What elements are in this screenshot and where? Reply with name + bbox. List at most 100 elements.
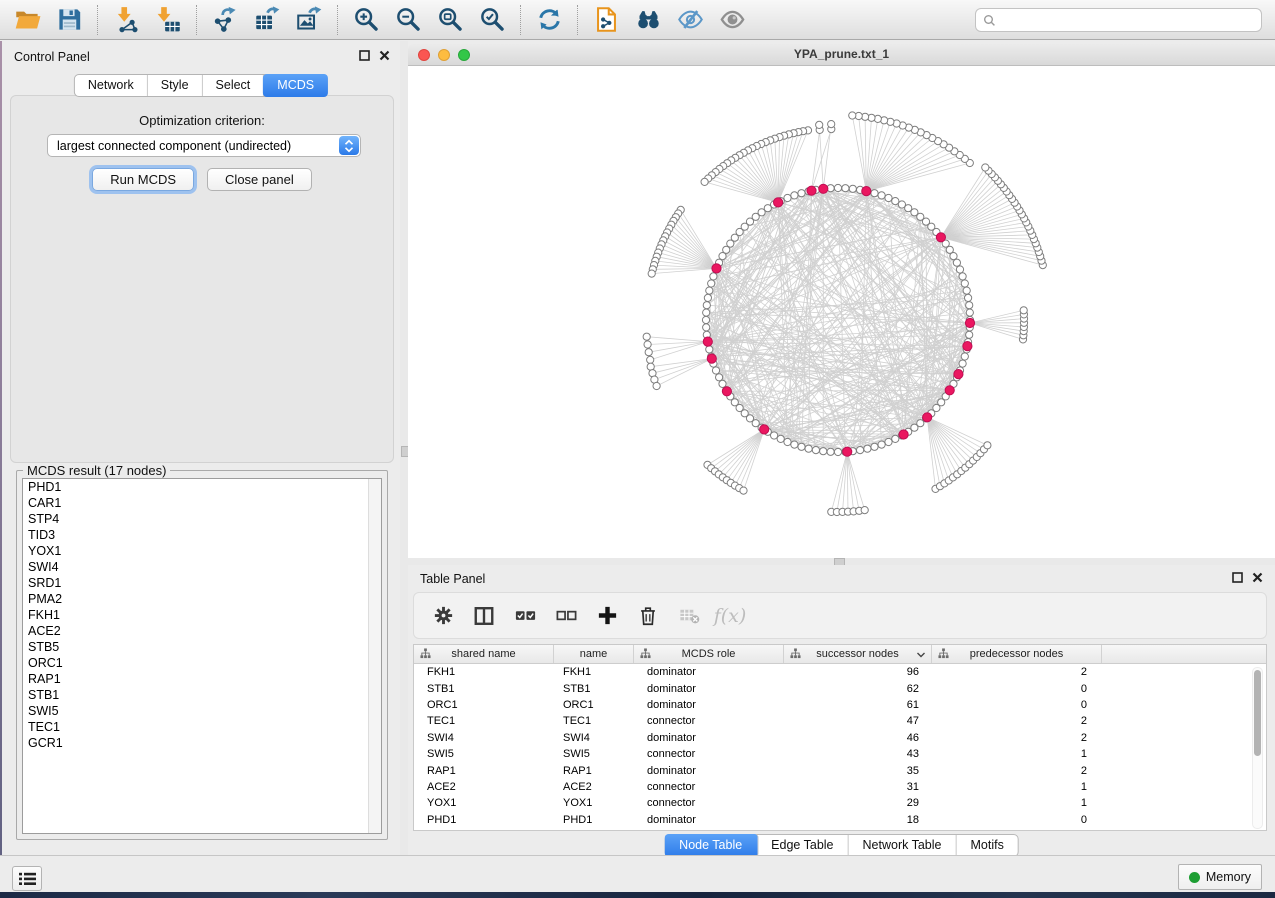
table-cell[interactable]: YOX1 — [554, 797, 634, 809]
table-cell[interactable]: 2 — [932, 666, 1102, 678]
table-cell[interactable]: 2 — [932, 715, 1102, 727]
mcds-result-item[interactable]: SRD1 — [23, 575, 381, 591]
table-cell[interactable]: 0 — [932, 814, 1102, 826]
graph-node[interactable] — [784, 194, 791, 201]
table-cell[interactable]: dominator — [634, 666, 784, 678]
close-panel-icon[interactable] — [1252, 572, 1263, 583]
zoom-fit-button[interactable] — [429, 3, 471, 37]
mcds-result-item[interactable]: RAP1 — [23, 671, 381, 687]
float-panel-icon[interactable] — [359, 50, 370, 61]
graph-leaf-node[interactable] — [1020, 307, 1027, 314]
graph-node[interactable] — [898, 201, 905, 208]
table-cell[interactable]: 31 — [784, 781, 932, 793]
graph-node[interactable] — [791, 192, 798, 199]
graph-node[interactable] — [857, 447, 864, 454]
mcds-result-item[interactable]: TID3 — [23, 527, 381, 543]
graph-node[interactable] — [820, 448, 827, 455]
graph-leaf-node[interactable] — [849, 112, 856, 119]
graph-hub-node[interactable] — [899, 430, 908, 439]
tab-select[interactable]: Select — [203, 75, 265, 96]
graph-hub-node[interactable] — [843, 447, 852, 456]
graph-node[interactable] — [864, 445, 871, 452]
graph-node[interactable] — [719, 253, 726, 260]
tab-edge-table[interactable]: Edge Table — [757, 835, 848, 856]
graph-node[interactable] — [791, 441, 798, 448]
graph-hub-node[interactable] — [703, 337, 712, 346]
graph-leaf-node[interactable] — [643, 333, 650, 340]
graph-node[interactable] — [703, 309, 710, 316]
table-cell[interactable]: 2 — [932, 732, 1102, 744]
graph-node[interactable] — [966, 302, 973, 309]
vertical-splitter[interactable] — [400, 41, 408, 855]
graph-node[interactable] — [959, 360, 966, 367]
table-cell[interactable]: 46 — [784, 732, 932, 744]
table-row[interactable]: PHD1PHD1dominator180 — [414, 812, 1266, 828]
graph-node[interactable] — [871, 443, 878, 450]
graph-node[interactable] — [771, 432, 778, 439]
graph-hub-node[interactable] — [945, 386, 954, 395]
export-image-button[interactable] — [288, 3, 330, 37]
table-row[interactable]: RAP1RAP1dominator352 — [414, 762, 1266, 778]
table-cell[interactable]: RAP1 — [414, 765, 554, 777]
graph-leaf-node[interactable] — [740, 487, 747, 494]
graph-node[interactable] — [965, 294, 972, 301]
table-cell[interactable]: RAP1 — [554, 765, 634, 777]
export-table-button[interactable] — [246, 3, 288, 37]
table-cell[interactable]: 2 — [932, 765, 1102, 777]
close-window-icon[interactable] — [418, 49, 430, 61]
table-cell[interactable]: dominator — [634, 814, 784, 826]
graph-hub-node[interactable] — [965, 318, 974, 327]
minimize-window-icon[interactable] — [438, 49, 450, 61]
table-row[interactable]: SWI4SWI4dominator462 — [414, 730, 1266, 746]
save-session-button[interactable] — [48, 3, 90, 37]
graph-node[interactable] — [834, 448, 841, 455]
float-panel-icon[interactable] — [1232, 572, 1243, 583]
table-cell[interactable]: connector — [634, 781, 784, 793]
table-cell[interactable]: SWI5 — [414, 748, 554, 760]
mcds-result-item[interactable]: TEC1 — [23, 719, 381, 735]
graph-node[interactable] — [812, 447, 819, 454]
network-window-titlebar[interactable]: YPA_prune.txt_1 — [408, 44, 1275, 66]
table-cell[interactable]: 1 — [932, 748, 1102, 760]
import-network-button[interactable] — [105, 3, 147, 37]
graph-node[interactable] — [892, 435, 899, 442]
mcds-result-list[interactable]: PHD1CAR1STP4TID3YOX1SWI4SRD1PMA2FKH1ACE2… — [22, 478, 382, 834]
graph-hub-node[interactable] — [954, 370, 963, 379]
graph-leaf-node[interactable] — [701, 178, 708, 185]
graph-hub-node[interactable] — [760, 425, 769, 434]
column-header-predecessor-nodes[interactable]: predecessor nodes — [932, 645, 1102, 663]
graph-node[interactable] — [956, 266, 963, 273]
mcds-result-item[interactable]: SWI4 — [23, 559, 381, 575]
table-cell[interactable]: ACE2 — [554, 781, 634, 793]
table-cell[interactable]: 61 — [784, 699, 932, 711]
open-file-button[interactable] — [6, 3, 48, 37]
table-cell[interactable]: connector — [634, 748, 784, 760]
table-row[interactable]: ORC1ORC1dominator610 — [414, 697, 1266, 713]
table-cell[interactable]: SWI4 — [554, 732, 634, 744]
table-cell[interactable]: FKH1 — [414, 666, 554, 678]
column-header-shared-name[interactable]: shared name — [414, 645, 554, 663]
criterion-select[interactable]: largest connected component (undirected) — [47, 134, 361, 157]
graph-hub-node[interactable] — [712, 264, 721, 273]
table-cell[interactable]: FKH1 — [554, 666, 634, 678]
run-mcds-button[interactable]: Run MCDS — [92, 168, 194, 191]
graph-node[interactable] — [798, 190, 805, 197]
mcds-result-item[interactable]: ORC1 — [23, 655, 381, 671]
table-row[interactable]: YOX1YOX1connector291 — [414, 795, 1266, 811]
zoom-in-button[interactable] — [345, 3, 387, 37]
memory-button[interactable]: Memory — [1178, 864, 1262, 890]
graph-node[interactable] — [712, 367, 719, 374]
graph-node[interactable] — [966, 309, 973, 316]
graph-hub-node[interactable] — [862, 187, 871, 196]
graph-leaf-node[interactable] — [645, 349, 652, 356]
share-network-button[interactable] — [585, 3, 627, 37]
mcds-result-item[interactable]: STB1 — [23, 687, 381, 703]
table-row[interactable]: TEC1TEC1connector472 — [414, 713, 1266, 729]
graph-node[interactable] — [708, 280, 715, 287]
table-cell[interactable]: STB1 — [414, 683, 554, 695]
table-cell[interactable]: TEC1 — [414, 715, 554, 727]
delete-column-button[interactable] — [635, 603, 661, 629]
graph-node[interactable] — [716, 374, 723, 381]
table-cell[interactable]: TEC1 — [554, 715, 634, 727]
graph-hub-node[interactable] — [722, 387, 731, 396]
